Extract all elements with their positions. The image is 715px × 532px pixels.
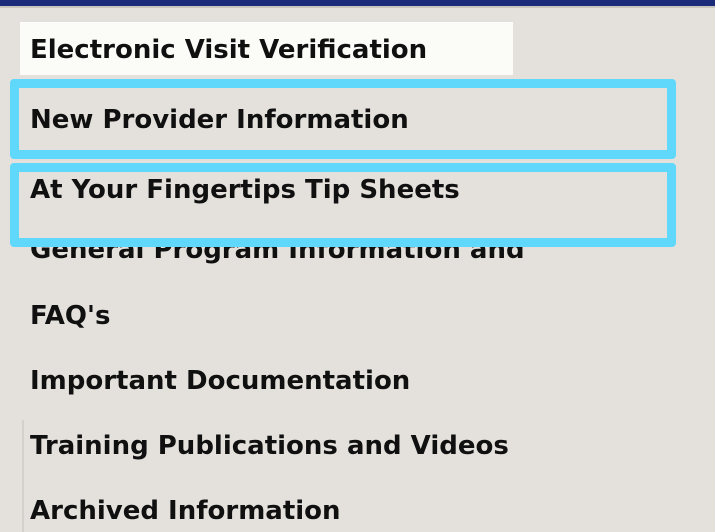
nav-header-electronic-visit-verification[interactable]: Electronic Visit Verification — [20, 22, 513, 75]
nav-item-general-program-information[interactable]: General Program Information and — [30, 243, 525, 265]
nav-item-archived-information[interactable]: Archived Information — [30, 496, 341, 526]
nav-item-label: General Program Information and — [30, 243, 525, 265]
nav-item-label: FAQ's — [30, 301, 111, 331]
top-bar-shadow — [0, 6, 715, 8]
nav-item-faqs[interactable]: FAQ's — [30, 301, 110, 331]
nav-item-at-your-fingertips-tip-sheets[interactable]: At Your Fingertips Tip Sheets — [30, 175, 460, 205]
page: Electronic Visit Verification New Provid… — [0, 0, 715, 532]
nav-item-label: New Provider Information — [30, 105, 409, 135]
nav-header-label: Electronic Visit Verification — [30, 35, 428, 65]
nav-item-new-provider-information[interactable]: New Provider Information — [30, 105, 409, 135]
nav-item-label: Important Documentation — [30, 366, 411, 396]
nav-item-important-documentation[interactable]: Important Documentation — [30, 366, 410, 396]
divider-line — [22, 420, 24, 532]
nav-item-label: At Your Fingertips Tip Sheets — [30, 175, 460, 205]
nav-item-label: Training Publications and Videos — [30, 431, 509, 461]
nav-item-training-publications-and-videos[interactable]: Training Publications and Videos — [30, 431, 509, 461]
nav-item-general-program-information-row: General Program Information and — [20, 243, 700, 277]
nav-item-label: Archived Information — [30, 496, 341, 526]
